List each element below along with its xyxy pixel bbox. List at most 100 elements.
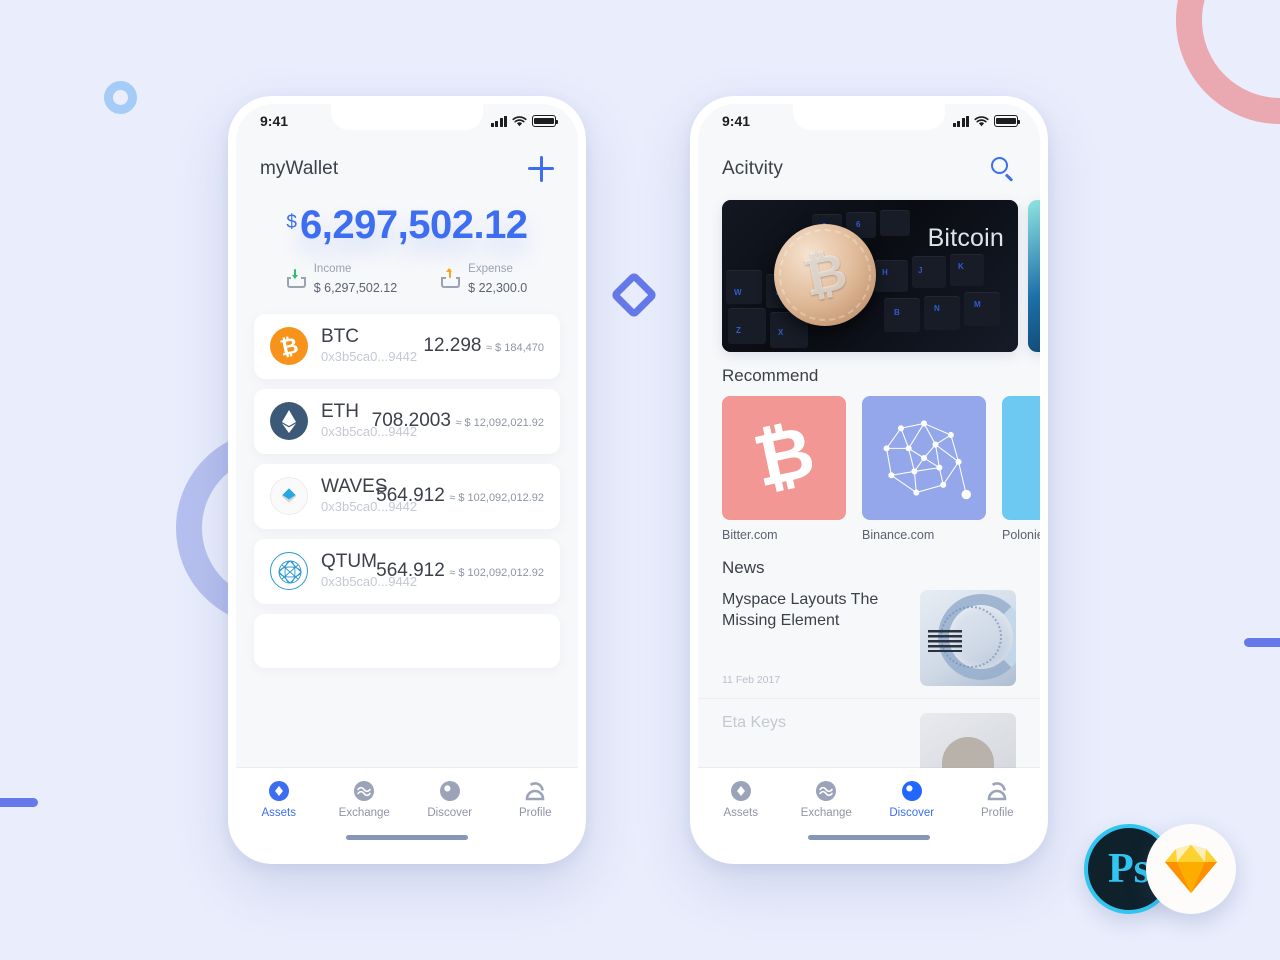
exchange-waves-icon xyxy=(815,780,837,802)
wifi-icon xyxy=(974,115,989,126)
expense-value: $ 22,300.0 xyxy=(468,281,528,295)
recommend-heading: Recommend xyxy=(722,366,819,385)
tab-exchange[interactable]: Exchange xyxy=(322,780,408,856)
device-notch xyxy=(793,104,945,130)
coin-fiat-value: ≈ $ 12,092,021.92 xyxy=(455,416,544,429)
tab-label: Exchange xyxy=(338,807,390,819)
wallet-app-bar: myWallet xyxy=(236,138,578,186)
assets-diamond-icon xyxy=(730,780,752,802)
recommend-caption: Binance.com xyxy=(862,528,935,542)
bitcoin-logo-icon: ₿ xyxy=(722,396,846,520)
battery-full-icon xyxy=(532,115,559,127)
battery-full-icon xyxy=(994,115,1021,127)
income-arrow-down-icon xyxy=(286,268,306,288)
tab-label: Profile xyxy=(980,807,1014,819)
table-row[interactable] xyxy=(254,613,560,668)
bar-right-decoration xyxy=(1244,638,1280,647)
wallet-screen: 9:41 myWallet $ 6,297,502.12 Income $ 6,… xyxy=(236,104,578,856)
expense-label: Expense xyxy=(468,263,513,275)
cellular-signal-icon xyxy=(490,115,507,127)
banner-carousel[interactable]: W Z X E B N M J K H 5 6 ₿ Bitcoin xyxy=(698,200,1040,352)
ethereum-coin-icon xyxy=(270,402,308,441)
banner-card-next[interactable] xyxy=(1028,200,1040,352)
pink-ring-decoration xyxy=(1176,0,1280,124)
balance-amount: 6,297,502.12 xyxy=(300,203,528,247)
table-row[interactable]: QTUM 0x3b5ca0...9442 564.912 ≈ $ 102,092… xyxy=(254,538,560,604)
asset-list: ₿ BTC 0x3b5ca0...9442 12.298 ≈ $ 184,470 xyxy=(236,314,578,668)
blue-dot-ring-decoration xyxy=(104,81,137,114)
svg-text:₿: ₿ xyxy=(278,333,301,361)
background-decoration-layer xyxy=(0,0,1280,960)
list-item[interactable]: ₿ Bitter.com xyxy=(722,396,846,542)
news-date: 11 Feb 2017 xyxy=(722,674,781,686)
sketch-badge xyxy=(1146,824,1236,914)
coin-fiat-value: ≈ $ 102,092,012.92 xyxy=(449,491,544,504)
tab-label: Assets xyxy=(261,807,296,819)
page-title: myWallet xyxy=(260,158,339,179)
coin-symbol: BTC xyxy=(321,326,359,347)
tab-discover[interactable]: Discover xyxy=(869,780,955,856)
assets-diamond-icon xyxy=(268,780,290,802)
tab-label: Exchange xyxy=(800,807,852,819)
tab-profile[interactable]: Profile xyxy=(493,780,579,856)
coin-fiat-value: ≈ $ 184,470 xyxy=(485,342,544,354)
ibm-server-photo xyxy=(920,590,1016,686)
income-value: $ 6,297,502.12 xyxy=(313,281,398,295)
coin-symbol: QTUM xyxy=(321,550,377,572)
photoshop-label: Ps xyxy=(1108,846,1150,892)
bottom-tab-bar: Assets Exchange Discover Profile xyxy=(236,768,578,856)
waves-coin-icon xyxy=(270,477,308,516)
coin-amount: 564.912 xyxy=(376,484,445,506)
discover-compass-icon xyxy=(901,780,923,802)
bitcoin-coin-icon: ₿ xyxy=(270,327,308,366)
coin-fiat-value: ≈ $ 102,092,012.92 xyxy=(449,566,544,579)
page-title: Acitvity xyxy=(722,158,783,179)
banner-caption: Bitcoin xyxy=(927,224,1004,252)
status-time: 9:41 xyxy=(722,113,751,129)
profile-person-icon xyxy=(524,780,546,802)
wifi-icon xyxy=(512,115,527,126)
tab-exchange[interactable]: Exchange xyxy=(784,780,870,856)
news-title: Eta Keys xyxy=(722,714,787,731)
balance-currency-symbol: $ xyxy=(286,212,297,233)
list-item[interactable]: Myspace Layouts The Missing Element 11 F… xyxy=(698,578,1040,699)
profile-person-icon xyxy=(986,780,1008,802)
recommend-caption: Polonie xyxy=(1002,528,1040,542)
tab-profile[interactable]: Profile xyxy=(955,780,1041,856)
plus-icon[interactable] xyxy=(528,156,554,182)
news-title: Myspace Layouts The Missing Element xyxy=(722,591,879,629)
news-heading: News xyxy=(722,558,765,577)
home-indicator xyxy=(808,835,930,840)
tab-label: Discover xyxy=(427,807,473,819)
tab-discover[interactable]: Discover xyxy=(407,780,493,856)
income-label: Income xyxy=(313,263,352,275)
list-item[interactable]: Binance.com xyxy=(862,396,986,542)
bar-left-decoration xyxy=(0,798,38,807)
tab-assets[interactable]: Assets xyxy=(236,780,322,856)
home-indicator xyxy=(346,835,468,840)
device-notch xyxy=(331,104,483,130)
discover-screen: 9:41 Acitvity W Z X B N M J K H 6 ₿ Bitc… xyxy=(698,104,1040,856)
diamond-outline-decoration xyxy=(609,270,659,320)
status-time: 9:41 xyxy=(260,113,289,129)
table-row[interactable]: WAVES 0x3b5ca0...9442 564.912 ≈ $ 102,09… xyxy=(254,463,560,529)
cellular-signal-icon xyxy=(952,115,969,127)
expense-arrow-up-icon xyxy=(441,267,461,288)
coin-amount: 708.2003 xyxy=(371,409,451,431)
phone-mockup-wallet: 9:41 myWallet $ 6,297,502.12 Income $ 6,… xyxy=(228,96,586,864)
phone-mockup-discover: 9:41 Acitvity W Z X B N M J K H 6 ₿ Bitc… xyxy=(690,96,1048,864)
banner-card-bitcoin[interactable]: W Z X E B N M J K H 5 6 ₿ Bitcoin xyxy=(722,200,1018,352)
qtum-coin-icon xyxy=(270,552,308,591)
list-item[interactable]: Polonie xyxy=(1002,396,1040,542)
coin-amount: 564.912 xyxy=(376,559,445,581)
income-expense-row: Income $ 6,297,502.12 Expense $ 22,300.0 xyxy=(236,258,578,298)
table-row[interactable]: ETH 0x3b5ca0...9442 708.2003 ≈ $ 12,092,… xyxy=(254,388,560,454)
search-icon[interactable] xyxy=(990,156,1016,182)
bottom-tab-bar: Assets Exchange Discover Profile xyxy=(698,768,1040,856)
income-summary: Income $ 6,297,502.12 xyxy=(286,258,398,298)
recommend-caption: Bitter.com xyxy=(722,528,778,542)
table-row[interactable]: ₿ BTC 0x3b5ca0...9442 12.298 ≈ $ 184,470 xyxy=(254,314,560,379)
balance-section: $ 6,297,502.12 Income $ 6,297,502.12 Exp… xyxy=(236,204,578,298)
bitcoin-physical-coin: ₿ xyxy=(774,224,876,326)
tab-assets[interactable]: Assets xyxy=(698,780,784,856)
